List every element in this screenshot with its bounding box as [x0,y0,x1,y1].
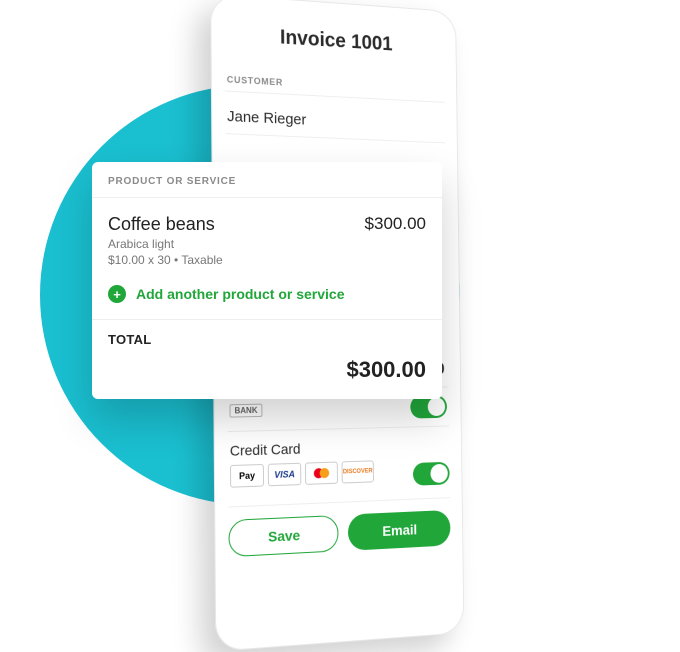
payment-card-icons: Pay VISA DISCOVER [228,460,376,496]
item-amount: $300.00 [365,214,426,234]
mastercard-icon [305,462,338,485]
add-product-label: Add another product or service [136,286,344,302]
item-description: Arabica light [108,235,223,251]
total-value: $300.00 [346,357,426,383]
product-service-card: PRODUCT OR SERVICE Coffee beans Arabica … [92,162,442,399]
applepay-icon: Pay [230,464,264,488]
item-calculation: $10.00 x 30 • Taxable [108,251,223,267]
credit-card-toggle[interactable] [413,461,450,485]
plus-icon: + [108,285,126,303]
line-item[interactable]: Coffee beans Arabica light $10.00 x 30 •… [92,198,442,277]
visa-icon: VISA [268,463,302,487]
product-service-label: PRODUCT OR SERVICE [92,162,442,198]
total-label: TOTAL [108,332,426,347]
save-button[interactable]: Save [228,515,338,557]
add-product-button[interactable]: + Add another product or service [92,277,442,320]
discover-icon: DISCOVER [342,460,374,483]
bank-chip: BANK [229,404,262,418]
email-button[interactable]: Email [348,510,451,551]
item-name: Coffee beans [108,214,223,235]
